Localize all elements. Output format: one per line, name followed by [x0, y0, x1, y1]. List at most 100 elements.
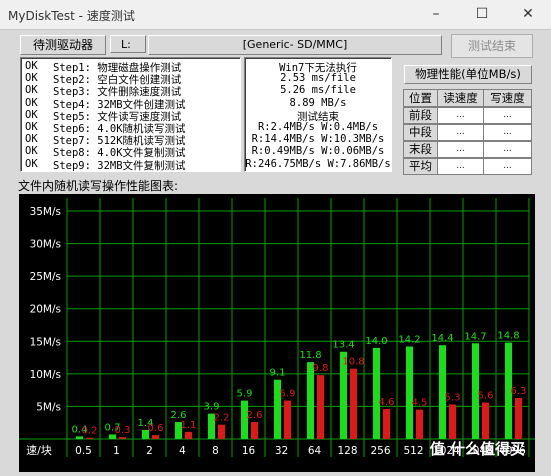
write-bar: [350, 368, 357, 439]
drive-letter[interactable]: L:: [110, 35, 146, 53]
chart-frame: 5M/s 10M/s 15M/s 20M/s 25M/s 30M/s 35M/s 速/块 0.5…: [19, 194, 535, 472]
result-line: 8.89 MB/s: [289, 96, 347, 109]
read-data-label: 14.7: [464, 331, 486, 342]
x-tick-label: 16: [242, 445, 256, 457]
watermark-logo: 值 什么值得买: [429, 440, 525, 458]
close-button[interactable]: ✕: [505, 0, 551, 29]
read-bar: [406, 346, 413, 439]
read-bar: [373, 347, 380, 439]
perf-header: 位置: [403, 89, 438, 107]
x-tick-label: 64: [308, 445, 322, 457]
title-bar: MyDiskTest - 速度测试 – ☐ ✕: [0, 0, 551, 30]
speed-chart: 5M/s 10M/s 15M/s 20M/s 25M/s 30M/s 35M/s 速/块 0.5…: [19, 198, 535, 457]
step-status: OK: [25, 84, 38, 97]
perf-write-value: ...: [483, 107, 532, 124]
read-data-label: 11.8: [299, 350, 321, 361]
write-bar: [515, 397, 522, 439]
steps-panel: OK Step1: 物理磁盘操作测试 OK Step2: 空白文件创建测试 OK Step…: [20, 57, 241, 172]
results-panel: Win7下无法执行 2.53 ms/file 5.26 ms/file 8.89 MB…: [244, 57, 392, 172]
perf-read-value: ...: [437, 158, 484, 175]
perf-read-value: ...: [437, 124, 484, 141]
perf-write-value: ...: [483, 124, 532, 141]
perf-write-value: ...: [483, 141, 532, 158]
performance-title: 物理性能(单位MB/s): [404, 65, 532, 84]
write-data-label: 5.9: [280, 389, 296, 400]
y-tick-label: 35M/s: [30, 206, 61, 218]
write-data-label: 0.2: [82, 426, 98, 437]
y-tick-label: 5M/s: [36, 401, 61, 413]
perf-header: 读速度: [437, 89, 484, 107]
step-status: OK: [25, 60, 38, 72]
x-tick-label: 1: [113, 445, 120, 457]
write-data-label: 9.8: [313, 363, 329, 374]
write-data-label: 4.6: [379, 397, 395, 408]
result-line: R:0.49MB/s W:0.06MB/s: [251, 145, 385, 158]
end-test-button[interactable]: 测试结束: [451, 34, 533, 58]
perf-row-label: 中段: [403, 124, 438, 141]
y-tick-label: 10M/s: [30, 369, 61, 381]
result-line: 2.53 ms/file: [280, 72, 356, 85]
read-data-label: 14.0: [365, 336, 387, 347]
write-bar: [152, 435, 159, 439]
step-status: OK: [25, 108, 38, 121]
step-text: Step9: 32MB文件复制测试: [53, 159, 186, 172]
x-tick-label: 256: [370, 445, 390, 457]
perf-row-label: 前段: [403, 107, 438, 124]
step-status: OK: [25, 157, 38, 170]
perf-write-value: ...: [483, 158, 532, 175]
read-bar: [76, 436, 83, 439]
chart-section-label: 文件内随机读写操作性能图表:: [18, 179, 179, 193]
window-title: MyDiskTest - 速度测试: [8, 9, 135, 23]
minimize-button[interactable]: –: [413, 0, 459, 29]
read-data-label: 14.2: [398, 335, 420, 346]
step-status: OK: [25, 145, 38, 158]
perf-row-label: 平均: [403, 158, 438, 175]
result-line: 5.26 ms/file: [280, 84, 356, 97]
step-status: OK: [25, 121, 38, 133]
result-line: R:2.4MB/s W:0.4MB/s: [257, 121, 379, 133]
write-bar: [449, 404, 456, 439]
read-data-label: 14.8: [497, 331, 519, 342]
y-tick-label: 30M/s: [30, 239, 61, 251]
drive-label: 待测驱动器: [20, 35, 106, 55]
device-name: [Generic- SD/MMC]: [148, 35, 442, 55]
write-bar: [482, 402, 489, 439]
write-bar: [416, 409, 423, 439]
read-data-label: 5.9: [237, 389, 253, 400]
write-bar: [383, 409, 390, 439]
maximize-button[interactable]: ☐: [459, 0, 505, 29]
write-data-label: 6.3: [511, 386, 527, 397]
write-bar: [86, 437, 93, 439]
write-data-label: 4.5: [412, 398, 428, 409]
write-bar: [284, 400, 291, 439]
client-area: 待测驱动器 L: [Generic- SD/MMC] 测试结束 OK Step1:…: [0, 30, 551, 476]
write-data-label: 10.8: [342, 357, 364, 368]
x-axis-label: 速/块: [26, 444, 52, 457]
x-tick-label: 8: [212, 445, 219, 457]
step-status: OK: [25, 133, 38, 146]
write-data-label: 5.3: [445, 392, 461, 403]
perf-read-value: ...: [437, 141, 484, 158]
y-tick-label: 15M/s: [30, 336, 61, 348]
x-tick-label: 2: [146, 445, 153, 457]
perf-header: 写速度: [483, 89, 532, 107]
read-data-label: 14.4: [431, 333, 453, 344]
write-data-label: 2.2: [214, 413, 230, 424]
write-data-label: 1.1: [181, 420, 197, 431]
write-bar: [218, 424, 225, 439]
step-status: OK: [25, 72, 38, 85]
read-data-label: 3.9: [204, 402, 220, 413]
write-data-label: 0.6: [148, 423, 164, 434]
read-data-label: 9.1: [270, 368, 286, 379]
write-data-label: 0.3: [115, 425, 131, 436]
write-bar: [251, 422, 258, 439]
y-tick-label: 20M/s: [30, 304, 61, 316]
write-data-label: 2.6: [247, 410, 263, 421]
x-tick-label: 32: [275, 445, 288, 457]
write-bar: [119, 437, 126, 439]
x-tick-label: 4: [179, 445, 186, 457]
result-line: R:14.4MB/s W:10.3MB/s: [251, 133, 385, 146]
step-status: OK: [25, 96, 38, 109]
x-tick-label: 128: [337, 445, 357, 457]
x-tick-label: 0.5: [75, 445, 92, 457]
